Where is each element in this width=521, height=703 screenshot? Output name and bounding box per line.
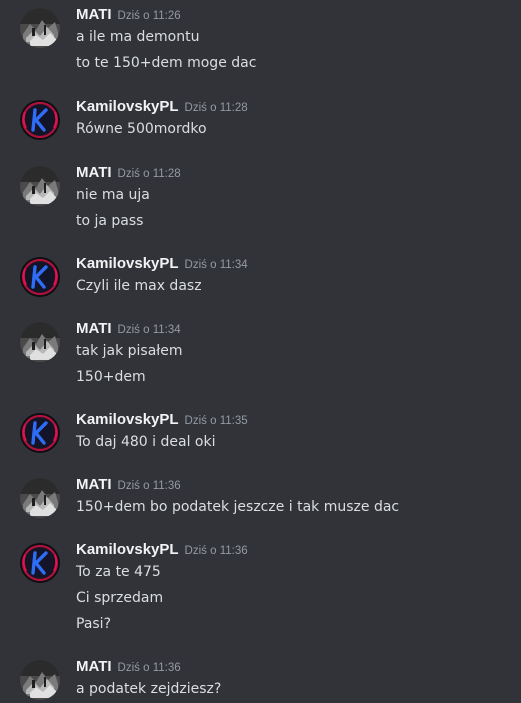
kamilovsky-avatar-icon[interactable] xyxy=(20,543,60,583)
message-timestamp[interactable]: Dziś o 11:36 xyxy=(185,545,248,557)
message-text: Czyli ile max dasz xyxy=(76,278,202,294)
username[interactable]: KamilovskyPL xyxy=(76,255,179,272)
message-timestamp[interactable]: Dziś o 11:35 xyxy=(185,415,248,427)
message-group[interactable]: KamilovskyPL Dziś o 11:28 Równe 500mordko xyxy=(0,96,521,144)
message-header: MATI Dziś o 11:36 xyxy=(76,656,181,678)
message-timestamp[interactable]: Dziś o 11:36 xyxy=(118,662,181,674)
message-text: to ja pass xyxy=(76,213,144,229)
username[interactable]: KamilovskyPL xyxy=(76,541,179,558)
message-group[interactable]: MATI Dziś o 11:36 150+dem bo podatek jeszc… xyxy=(0,474,521,522)
message-header: KamilovskyPL Dziś o 11:28 xyxy=(76,96,248,118)
message-text: nie ma uja xyxy=(76,187,150,203)
message-header: KamilovskyPL Dziś o 11:34 xyxy=(76,253,248,275)
message-text: a ile ma demontu xyxy=(76,29,200,45)
message-group[interactable]: MATI Dziś o 11:26 a ile ma demontu to te 15… xyxy=(0,4,521,78)
mati-avatar-icon[interactable] xyxy=(20,166,60,206)
kamilovsky-avatar-icon[interactable] xyxy=(20,100,60,140)
mati-avatar-icon[interactable] xyxy=(20,8,60,48)
username[interactable]: MATI xyxy=(76,658,112,675)
message-header: MATI Dziś o 11:26 xyxy=(76,4,181,26)
message-text: 150+dem bo podatek jeszcze i tak musze d… xyxy=(76,499,400,515)
message-group[interactable]: MATI Dziś o 11:28 nie ma uja to ja pass xyxy=(0,162,521,236)
message-timestamp[interactable]: Dziś o 11:26 xyxy=(118,10,181,22)
message-group[interactable]: KamilovskyPL Dziś o 11:35 To daj 480 i dea… xyxy=(0,409,521,457)
kamilovsky-avatar-icon[interactable] xyxy=(20,257,60,297)
message-text: tak jak pisałem xyxy=(76,343,183,359)
username[interactable]: MATI xyxy=(76,6,112,23)
username[interactable]: MATI xyxy=(76,320,112,337)
message-text: Ci sprzedam xyxy=(76,590,164,606)
message-text: To daj 480 i deal oki xyxy=(76,434,216,450)
username[interactable]: MATI xyxy=(76,164,112,181)
message-header: KamilovskyPL Dziś o 11:36 xyxy=(76,539,248,561)
message-timestamp[interactable]: Dziś o 11:28 xyxy=(118,168,181,180)
username[interactable]: KamilovskyPL xyxy=(76,411,179,428)
mati-avatar-icon[interactable] xyxy=(20,478,60,518)
message-text: Pasi? xyxy=(76,616,112,632)
message-timestamp[interactable]: Dziś o 11:36 xyxy=(118,480,181,492)
username[interactable]: KamilovskyPL xyxy=(76,98,179,115)
message-text: a podatek zejdziesz? xyxy=(76,681,222,697)
message-group[interactable]: KamilovskyPL Dziś o 11:34 Czyli ile max da… xyxy=(0,253,521,301)
message-header: MATI Dziś o 11:36 xyxy=(76,474,181,496)
message-group[interactable]: KamilovskyPL Dziś o 11:36 To za te 475 Ci s… xyxy=(0,539,521,639)
mati-avatar-icon[interactable] xyxy=(20,322,60,362)
message-text: Równe 500mordko xyxy=(76,121,207,137)
message-group[interactable]: MATI Dziś o 11:36 a podatek zejdziesz? xyxy=(0,656,521,703)
kamilovsky-avatar-icon[interactable] xyxy=(20,413,60,453)
message-text: To za te 475 xyxy=(76,564,161,580)
message-header: KamilovskyPL Dziś o 11:35 xyxy=(76,409,248,431)
message-timestamp[interactable]: Dziś o 11:28 xyxy=(185,102,248,114)
message-header: MATI Dziś o 11:28 xyxy=(76,162,181,184)
message-timestamp[interactable]: Dziś o 11:34 xyxy=(185,259,248,271)
message-text: to te 150+dem moge dac xyxy=(76,55,257,71)
message-timestamp[interactable]: Dziś o 11:34 xyxy=(118,324,181,336)
chat-message-list[interactable]: MATI Dziś o 11:26 a ile ma demontu to te 15… xyxy=(0,0,521,703)
message-text: 150+dem xyxy=(76,369,146,385)
username[interactable]: MATI xyxy=(76,476,112,493)
message-group[interactable]: MATI Dziś o 11:34 tak jak pisałem 150+dem xyxy=(0,318,521,392)
message-header: MATI Dziś o 11:34 xyxy=(76,318,181,340)
mati-avatar-icon[interactable] xyxy=(20,660,60,700)
